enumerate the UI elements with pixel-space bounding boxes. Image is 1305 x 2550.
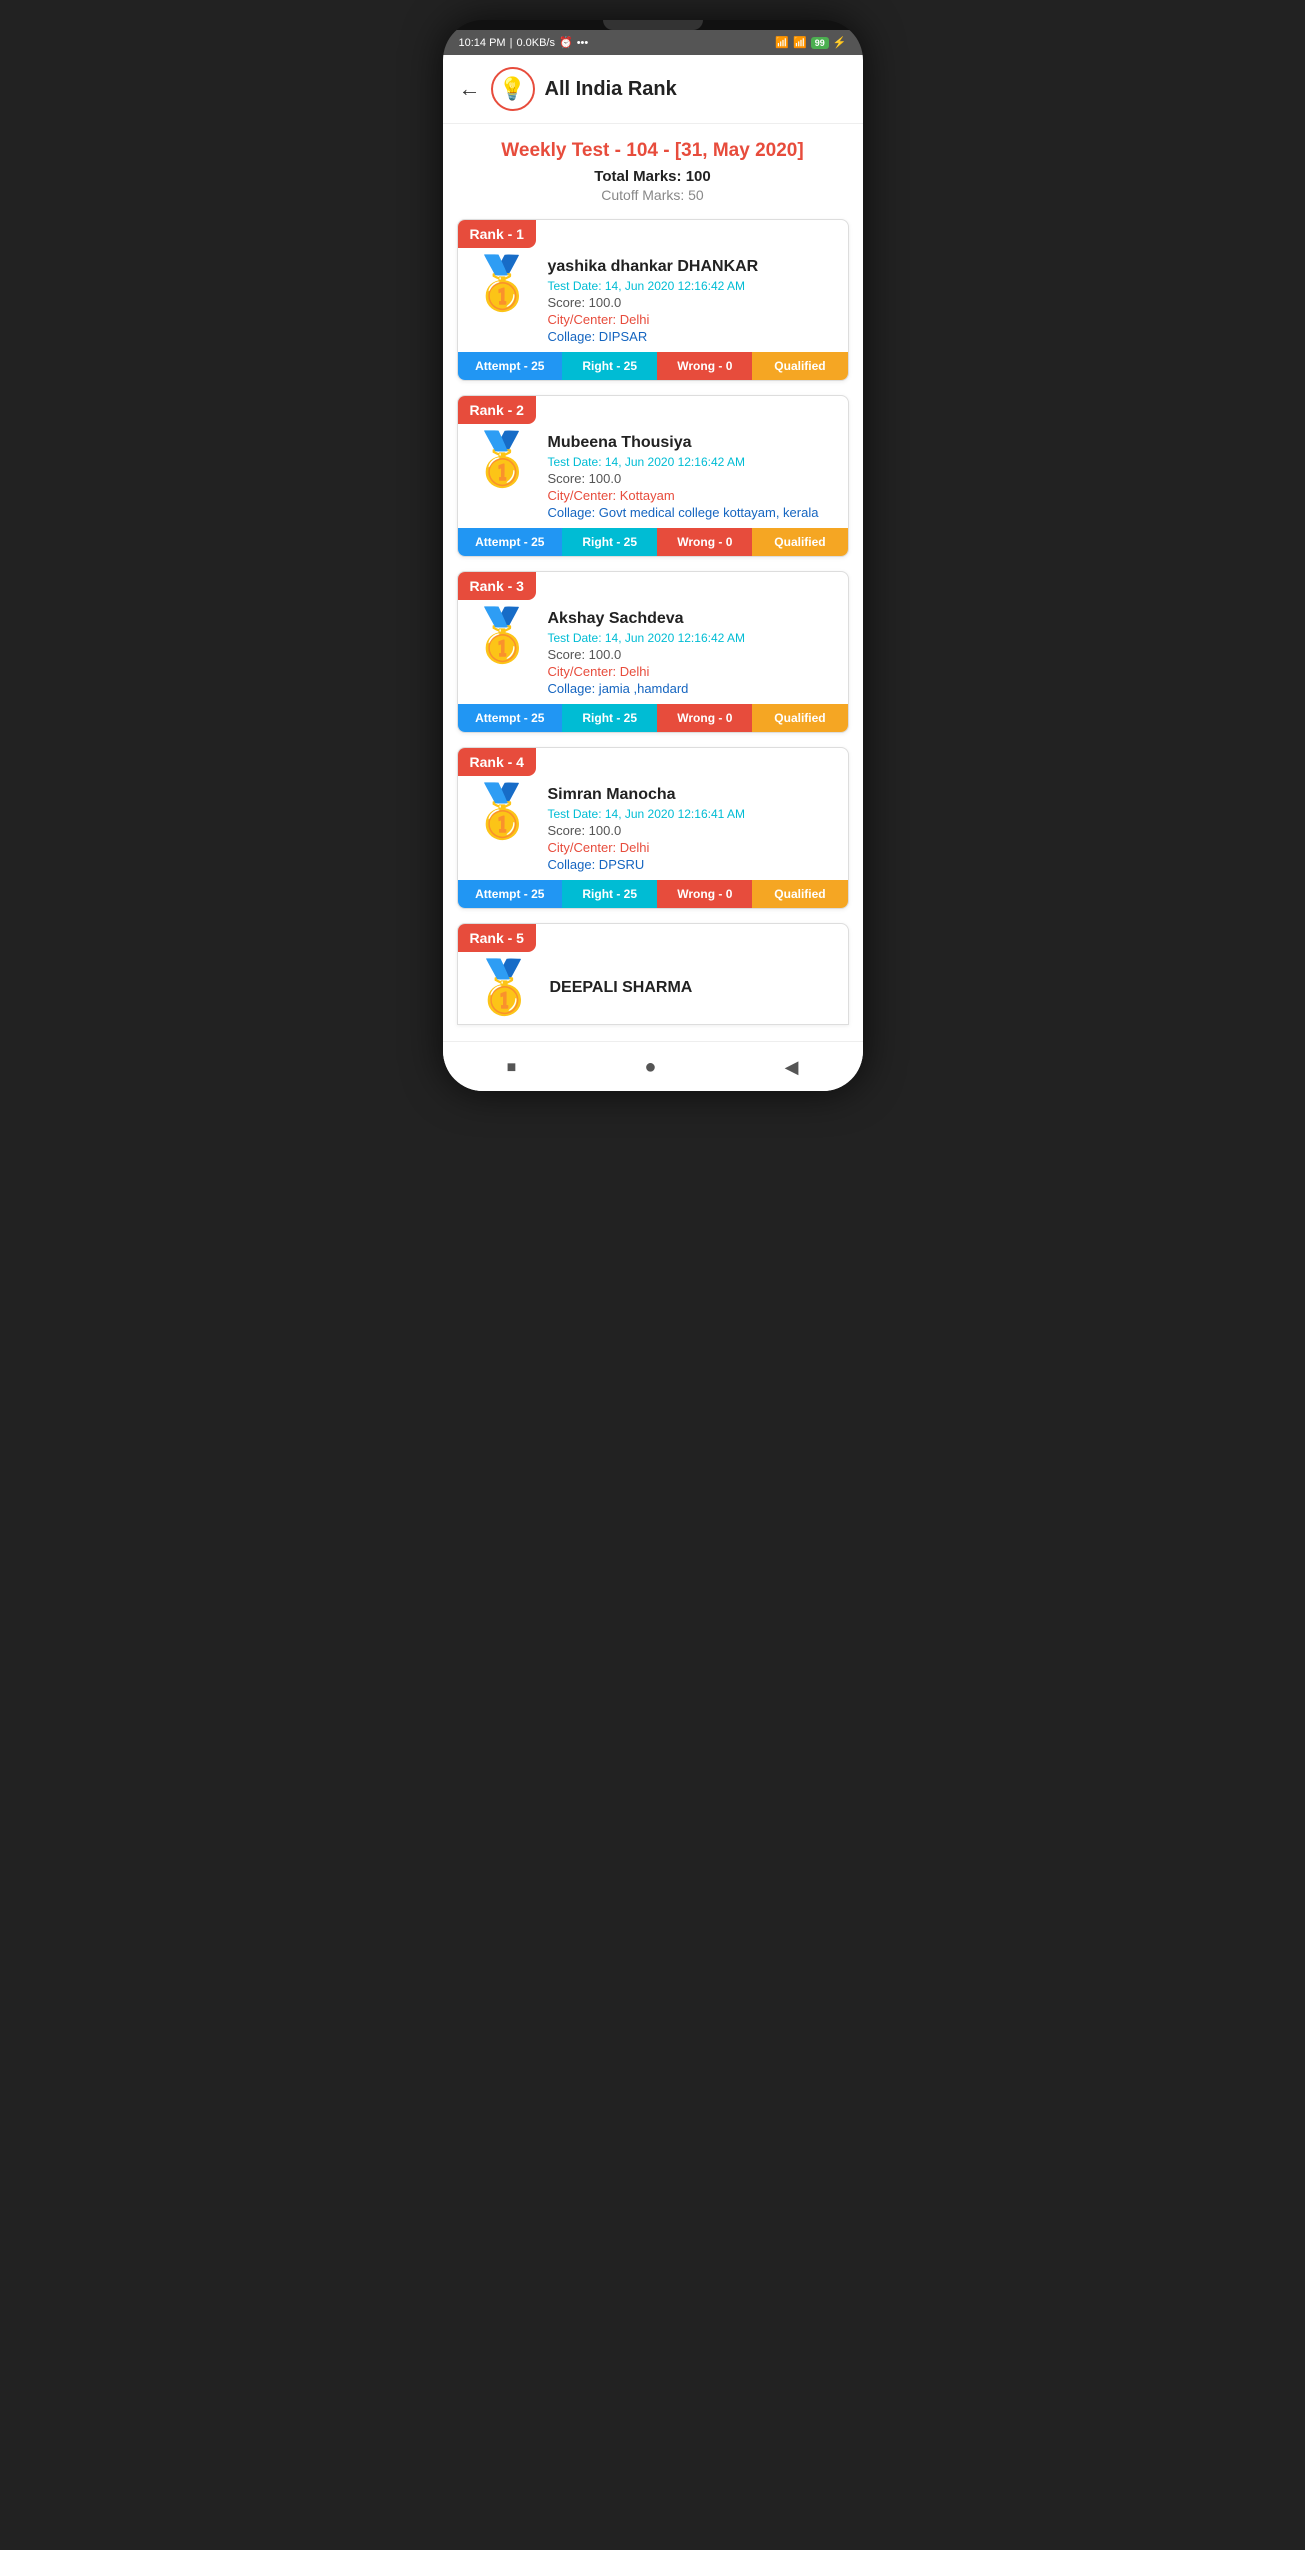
rank-4-footer: Attempt - 25 Right - 25 Wrong - 0 Qualif…	[458, 880, 848, 908]
app-header: ← 💡 All India Rank	[443, 55, 863, 124]
rank-1-medal-area: 🥇	[468, 258, 538, 310]
rank-4-right: Right - 25	[562, 880, 657, 908]
rank-3-test-date: Test Date: 14, Jun 2020 12:16:42 AM	[548, 631, 836, 645]
rank-2-collage: Collage: Govt medical college kottayam, …	[548, 505, 836, 520]
rank-4-test-date: Test Date: 14, Jun 2020 12:16:41 AM	[548, 807, 836, 821]
logo-icon: 💡	[499, 76, 526, 102]
rank-1-score: Score: 100.0	[548, 295, 836, 310]
nav-triangle-button[interactable]: ◀	[767, 1053, 817, 1082]
rank-3-right: Right - 25	[562, 704, 657, 732]
rank-4-medal-icon: 🥇	[470, 786, 535, 838]
rank-2-medal-icon: 🥇	[470, 434, 535, 486]
rank-2-qualified: Qualified	[752, 528, 847, 556]
rank-2-attempt: Attempt - 25	[458, 528, 563, 556]
rank-3-medal-area: 🥇	[468, 610, 538, 662]
battery-label: 99	[811, 37, 829, 49]
rank-1-badge: Rank - 1	[458, 220, 536, 248]
rank-3-medal-icon: 🥇	[470, 610, 535, 662]
rank-1-card: Rank - 1 🥇 yashika dhankar DHANKAR Test …	[457, 219, 849, 381]
page-title: All India Rank	[545, 78, 677, 101]
screen: Weekly Test - 104 - [31, May 2020] Total…	[443, 124, 863, 1091]
more-icon: •••	[577, 37, 589, 49]
rank-1-right: Right - 25	[562, 352, 657, 380]
cutoff-marks: Cutoff Marks: 50	[457, 187, 849, 203]
rank-4-score: Score: 100.0	[548, 823, 836, 838]
rank-2-medal-area: 🥇	[468, 434, 538, 486]
rank-4-attempt: Attempt - 25	[458, 880, 563, 908]
rank-1-medal-icon: 🥇	[470, 258, 535, 310]
test-title: Weekly Test - 104 - [31, May 2020]	[457, 140, 849, 162]
rank-4-qualified: Qualified	[752, 880, 847, 908]
rank-3-qualified: Qualified	[752, 704, 847, 732]
app-logo: 💡	[491, 67, 535, 111]
network-label: |	[510, 37, 513, 49]
rank-2-card: Rank - 2 🥇 Mubeena Thousiya Test Date: 1…	[457, 395, 849, 557]
rank-1-attempt: Attempt - 25	[458, 352, 563, 380]
rank-2-score: Score: 100.0	[548, 471, 836, 486]
rank-1-test-date: Test Date: 14, Jun 2020 12:16:42 AM	[548, 279, 836, 293]
rank-1-name: yashika dhankar DHANKAR	[548, 258, 836, 276]
rank-3-wrong: Wrong - 0	[657, 704, 752, 732]
rank-3-name: Akshay Sachdeva	[548, 610, 836, 628]
total-marks: Total Marks: 100	[457, 168, 849, 185]
network-speed: 0.0KB/s	[516, 37, 555, 49]
signal-icon: 📶	[793, 36, 807, 49]
rank-2-name: Mubeena Thousiya	[548, 434, 836, 452]
rank-1-collage: Collage: DIPSAR	[548, 329, 836, 344]
rank-3-footer: Attempt - 25 Right - 25 Wrong - 0 Qualif…	[458, 704, 848, 732]
rank-1-body: 🥇 yashika dhankar DHANKAR Test Date: 14,…	[458, 248, 848, 352]
rank-4-body: 🥇 Simran Manocha Test Date: 14, Jun 2020…	[458, 776, 848, 880]
rank-1-qualified: Qualified	[752, 352, 847, 380]
rank-4-collage: Collage: DPSRU	[548, 857, 836, 872]
rank-4-info: Simran Manocha Test Date: 14, Jun 2020 1…	[548, 786, 836, 872]
rank-3-info: Akshay Sachdeva Test Date: 14, Jun 2020 …	[548, 610, 836, 696]
rank-2-badge: Rank - 2	[458, 396, 536, 424]
rank-1-wrong: Wrong - 0	[657, 352, 752, 380]
rank-2-info: Mubeena Thousiya Test Date: 14, Jun 2020…	[548, 434, 836, 520]
rank-cards-container: Rank - 1 🥇 yashika dhankar DHANKAR Test …	[457, 219, 849, 909]
content-area: Weekly Test - 104 - [31, May 2020] Total…	[443, 124, 863, 1041]
rank-3-body: 🥇 Akshay Sachdeva Test Date: 14, Jun 202…	[458, 600, 848, 704]
rank-3-badge: Rank - 3	[458, 572, 536, 600]
rank-1-info: yashika dhankar DHANKAR Test Date: 14, J…	[548, 258, 836, 344]
status-right: 📶 📶 99 ⚡	[775, 36, 846, 49]
rank-2-right: Right - 25	[562, 528, 657, 556]
nav-circle-button[interactable]: ●	[626, 1052, 674, 1083]
rank-4-card: Rank - 4 🥇 Simran Manocha Test Date: 14,…	[457, 747, 849, 909]
rank-5-card: Rank - 5 🥇 DEEPALI SHARMA	[457, 923, 849, 1025]
rank-2-footer: Attempt - 25 Right - 25 Wrong - 0 Qualif…	[458, 528, 848, 556]
status-left: 10:14 PM | 0.0KB/s ⏰ •••	[459, 36, 589, 49]
rank-5-body: 🥇 DEEPALI SHARMA	[458, 952, 848, 1024]
back-button[interactable]: ←	[459, 76, 481, 102]
rank-2-body: 🥇 Mubeena Thousiya Test Date: 14, Jun 20…	[458, 424, 848, 528]
rank-5-medal-area: 🥇	[470, 962, 540, 1014]
rank-5-medal-icon: 🥇	[472, 962, 537, 1014]
rank-4-medal-area: 🥇	[468, 786, 538, 838]
rank-1-city: City/Center: Delhi	[548, 312, 836, 327]
nav-square-button[interactable]: ■	[489, 1055, 535, 1081]
rank-5-badge: Rank - 5	[458, 924, 536, 952]
rank-4-badge: Rank - 4	[458, 748, 536, 776]
rank-3-card: Rank - 3 🥇 Akshay Sachdeva Test Date: 14…	[457, 571, 849, 733]
rank-4-wrong: Wrong - 0	[657, 880, 752, 908]
rank-2-city: City/Center: Kottayam	[548, 488, 836, 503]
bolt-icon: ⚡	[833, 36, 847, 49]
rank-2-test-date: Test Date: 14, Jun 2020 12:16:42 AM	[548, 455, 836, 469]
rank-3-city: City/Center: Delhi	[548, 664, 836, 679]
status-bar: 10:14 PM | 0.0KB/s ⏰ ••• 📶 📶 99 ⚡	[443, 30, 863, 55]
phone-notch	[603, 20, 703, 30]
rank-5-name: DEEPALI SHARMA	[550, 979, 693, 997]
rank-3-attempt: Attempt - 25	[458, 704, 563, 732]
alarm-icon: ⏰	[559, 36, 573, 49]
time-label: 10:14 PM	[459, 37, 506, 49]
rank-4-city: City/Center: Delhi	[548, 840, 836, 855]
rank-3-collage: Collage: jamia ,hamdard	[548, 681, 836, 696]
nav-bar: ■ ● ◀	[443, 1041, 863, 1091]
rank-3-score: Score: 100.0	[548, 647, 836, 662]
rank-2-wrong: Wrong - 0	[657, 528, 752, 556]
phone-frame: 10:14 PM | 0.0KB/s ⏰ ••• 📶 📶 99 ⚡ ← 💡 Al…	[443, 20, 863, 1091]
rank-4-name: Simran Manocha	[548, 786, 836, 804]
rank-1-footer: Attempt - 25 Right - 25 Wrong - 0 Qualif…	[458, 352, 848, 380]
wifi-icon: 📶	[775, 36, 789, 49]
